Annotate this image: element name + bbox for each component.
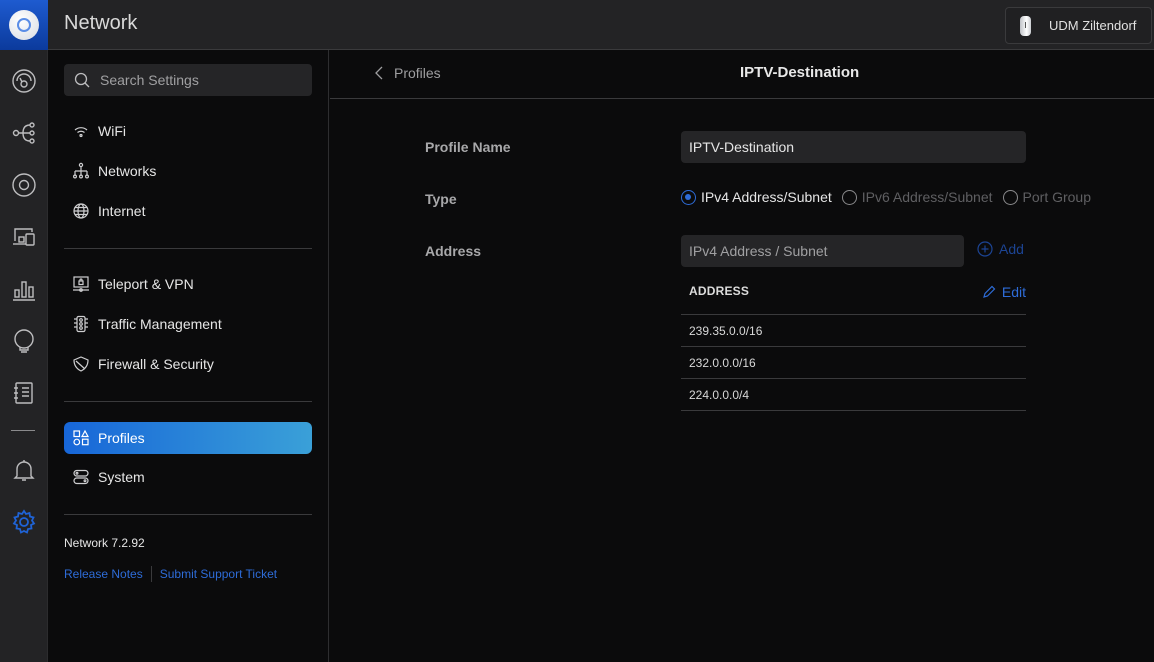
sidebar-item-networks[interactable]: Networks — [64, 155, 312, 187]
sidebar-item-profiles[interactable]: Profiles — [64, 422, 312, 454]
app-rail — [0, 0, 48, 662]
sidebar-item-teleport-vpn[interactable]: Teleport & VPN — [64, 268, 312, 300]
pencil-icon — [983, 285, 996, 298]
release-notes-link[interactable]: Release Notes — [64, 567, 143, 581]
sidebar-item-wifi[interactable]: WiFi — [64, 115, 312, 147]
type-ipv4-radio[interactable]: IPv4 Address/Subnet — [681, 189, 832, 205]
sidebar-divider — [64, 514, 312, 515]
table-row: 224.0.0.0/4 — [681, 379, 1026, 411]
table-header: ADDRESS Edit — [681, 276, 1026, 315]
radio-label: IPv4 Address/Subnet — [701, 189, 832, 205]
link-separator — [150, 566, 152, 582]
app-title: Network — [64, 12, 138, 34]
radio-unchecked-icon — [841, 189, 857, 205]
add-address-button[interactable]: Add — [977, 241, 1024, 257]
type-radio-group: IPv4 Address/Subnet IPv6 Address/Subnet … — [681, 189, 1101, 205]
address-label: Address — [425, 243, 482, 259]
edit-addresses-button[interactable]: Edit — [982, 284, 1026, 300]
back-label: Profiles — [394, 65, 441, 81]
networks-icon — [70, 160, 92, 182]
profile-name-input[interactable] — [681, 131, 1026, 163]
sidebar-item-firewall-security[interactable]: Firewall & Security — [64, 348, 312, 380]
edit-label: Edit — [1001, 284, 1026, 300]
sidebar-item-label: Traffic Management — [98, 316, 222, 332]
globe-icon — [70, 200, 92, 222]
dashboard-icon[interactable] — [9, 66, 39, 96]
sidebar-item-system[interactable]: System — [64, 461, 312, 493]
search-icon — [74, 72, 90, 88]
sidebar-item-internet[interactable]: Internet — [64, 195, 312, 227]
app-root: Network UDM Ziltendorf WiFi Networks Int… — [0, 0, 1154, 662]
sidebar-divider — [64, 401, 312, 402]
table-row: 232.0.0.0/16 — [681, 347, 1026, 379]
sidebar-item-label: Teleport & VPN — [98, 276, 194, 292]
unifi-logo-icon — [9, 10, 39, 40]
radio-unchecked-icon — [1002, 189, 1018, 205]
search-settings-field[interactable] — [64, 64, 312, 96]
insights-icon[interactable] — [9, 326, 39, 356]
address-table: ADDRESS Edit 239.35.0.0/16 232.0.0.0/16 … — [681, 276, 1026, 411]
radio-label: IPv6 Address/Subnet — [861, 189, 993, 205]
add-label: Add — [999, 241, 1024, 257]
sidebar-item-label: Profiles — [98, 430, 145, 446]
radio-label: Port Group — [1022, 189, 1092, 205]
plus-circle-icon — [977, 241, 993, 257]
radio-checked-icon — [681, 189, 696, 205]
type-port-group-radio[interactable]: Port Group — [1002, 189, 1092, 205]
settings-icon[interactable] — [9, 507, 39, 537]
page-header: Profiles IPTV-Destination — [330, 50, 1154, 99]
page-title: IPTV-Destination — [740, 64, 860, 81]
column-header-address: ADDRESS — [689, 284, 750, 298]
rail-divider — [11, 430, 35, 431]
device-selector-button[interactable]: UDM Ziltendorf — [1005, 7, 1152, 44]
app-version: Network 7.2.92 — [64, 536, 145, 550]
sidebar-item-traffic-management[interactable]: Traffic Management — [64, 308, 312, 340]
system-icon — [70, 466, 92, 488]
notifications-icon[interactable] — [9, 455, 39, 485]
statistics-icon[interactable] — [9, 274, 39, 304]
type-ipv6-radio[interactable]: IPv6 Address/Subnet — [841, 189, 993, 205]
sidebar-item-label: System — [98, 469, 145, 485]
sidebar-item-label: Firewall & Security — [98, 356, 214, 372]
client-devices-icon[interactable] — [9, 222, 39, 252]
shield-icon — [70, 353, 92, 375]
table-row: 239.35.0.0/16 — [681, 315, 1026, 347]
type-label: Type — [425, 191, 457, 207]
sidebar-item-label: WiFi — [98, 123, 126, 139]
sidebar-item-label: Internet — [98, 203, 146, 219]
sidebar-links: Release Notes Submit Support Ticket — [64, 566, 277, 582]
teleport-vpn-icon — [70, 273, 92, 295]
unifi-logo[interactable] — [0, 0, 48, 50]
search-input[interactable] — [100, 72, 300, 88]
address-input[interactable] — [681, 235, 964, 267]
console-device-icon — [1020, 15, 1031, 36]
profile-name-label: Profile Name — [425, 139, 511, 155]
top-bar: Network UDM Ziltendorf — [48, 0, 1154, 50]
settings-sidebar: WiFi Networks Internet Teleport & VPN Tr… — [48, 50, 329, 662]
profiles-icon — [70, 427, 92, 449]
logs-icon[interactable] — [9, 378, 39, 408]
traffic-light-icon — [70, 313, 92, 335]
wifi-icon — [70, 120, 92, 142]
back-to-profiles-link[interactable]: Profiles — [374, 65, 441, 81]
sidebar-divider — [64, 248, 312, 249]
unifi-devices-icon[interactable] — [9, 170, 39, 200]
main-content: Profiles IPTV-Destination Profile Name T… — [330, 50, 1154, 662]
device-name: UDM Ziltendorf — [1049, 18, 1137, 33]
chevron-left-icon — [375, 66, 383, 80]
sidebar-item-label: Networks — [98, 163, 157, 179]
topology-icon[interactable] — [9, 118, 39, 148]
support-ticket-link[interactable]: Submit Support Ticket — [160, 567, 277, 581]
